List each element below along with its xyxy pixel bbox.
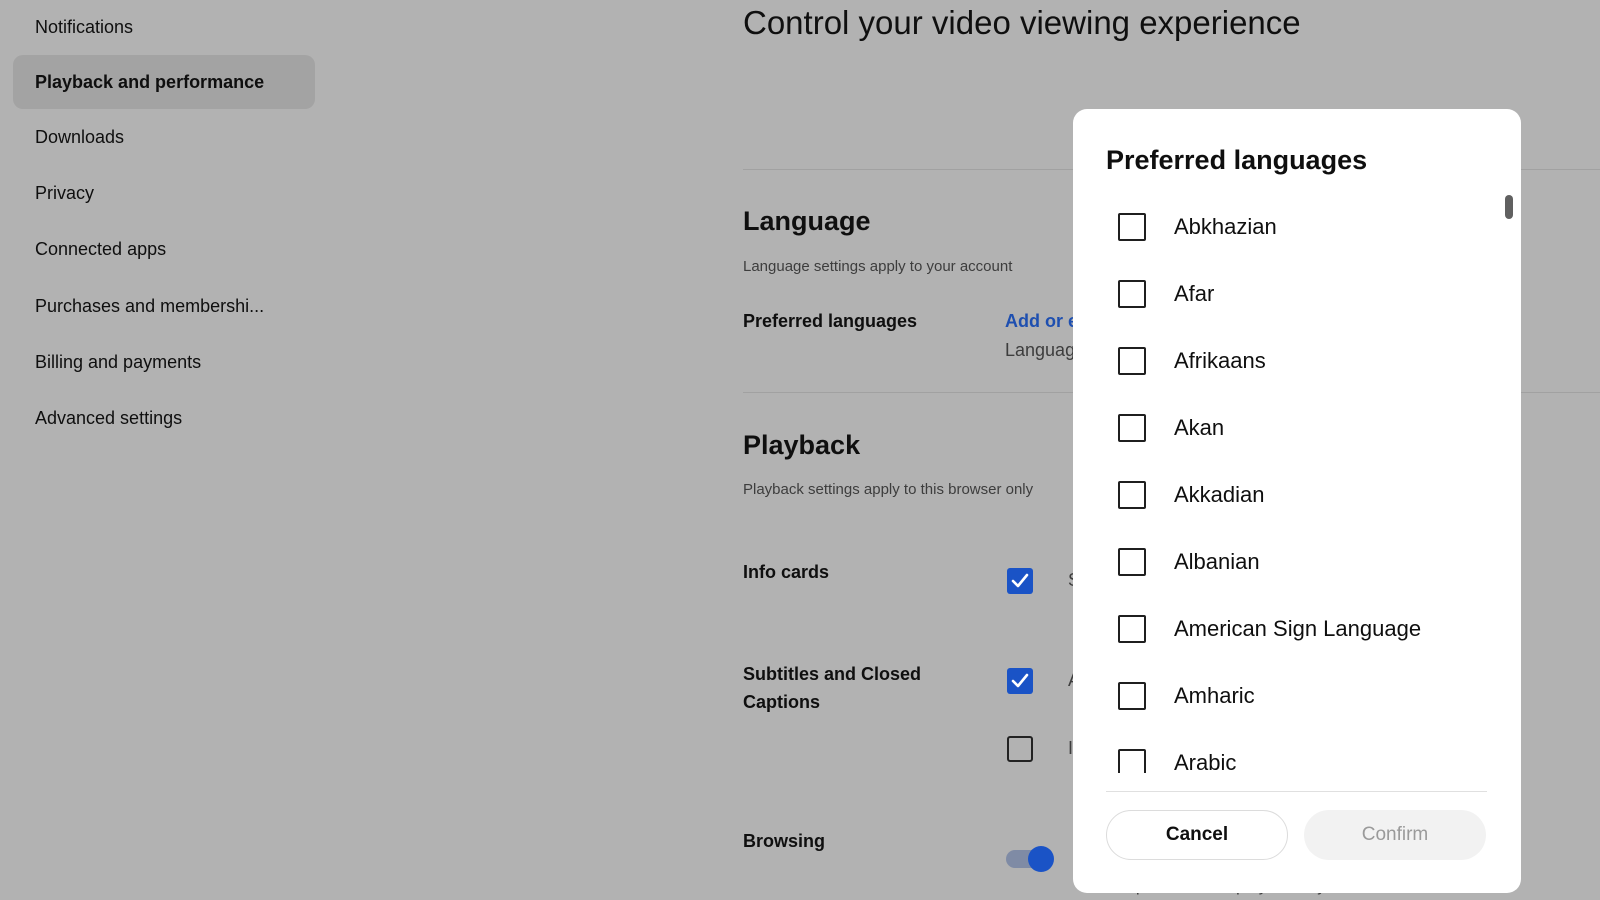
language-checkbox[interactable] xyxy=(1118,213,1146,241)
sidebar-item-label: Downloads xyxy=(35,126,125,147)
language-option[interactable]: Afar xyxy=(1073,260,1493,327)
playback-section-subtitle: Playback settings apply to this browser … xyxy=(743,481,1034,498)
language-checkbox[interactable] xyxy=(1118,749,1146,773)
add-or-edit-languages-link[interactable]: Add or e xyxy=(1005,311,1078,332)
language-name: Albanian xyxy=(1174,549,1260,574)
sidebar-item-playback-and-performance[interactable]: Playback and performance xyxy=(13,55,315,109)
page-title: Control your video viewing experience xyxy=(743,4,1301,41)
languages-summary-text: Languag xyxy=(1005,340,1076,360)
language-name: Afrikaans xyxy=(1174,348,1266,373)
language-checkbox[interactable] xyxy=(1118,615,1146,643)
language-name: Abkhazian xyxy=(1174,214,1277,239)
sidebar-item-advanced-settings[interactable]: Advanced settings xyxy=(13,391,315,445)
language-section-subtitle: Language settings apply to your account xyxy=(743,258,1013,275)
subtitles-label: Subtitles and Closed Captions xyxy=(743,664,922,712)
language-option[interactable]: Afrikaans xyxy=(1073,327,1493,394)
checkmark-icon xyxy=(1011,673,1029,688)
language-name: Afar xyxy=(1174,281,1215,306)
dialog-title: Preferred languages xyxy=(1106,145,1368,175)
sidebar-item-label: Notifications xyxy=(35,16,134,37)
sidebar-item-label: Privacy xyxy=(35,182,95,203)
sidebar-item-purchases-and-memberships[interactable]: Purchases and membershi... xyxy=(13,279,315,333)
language-option[interactable]: Arabic xyxy=(1073,729,1493,773)
info-cards-label: Info cards xyxy=(743,562,830,582)
language-name: Akan xyxy=(1174,415,1225,440)
dialog-scrollbar-thumb[interactable] xyxy=(1505,195,1513,219)
language-checkbox[interactable] xyxy=(1118,347,1146,375)
sidebar-item-notifications[interactable]: Notifications xyxy=(13,0,315,54)
sidebar-item-label: Connected apps xyxy=(35,238,167,259)
browsing-toggle-knob[interactable] xyxy=(1028,846,1054,872)
language-option[interactable]: American Sign Language xyxy=(1073,595,1493,662)
language-name: Amharic xyxy=(1174,683,1255,708)
language-list[interactable]: Abkhazian Afar Afrikaans Akan Akkadian A… xyxy=(1073,193,1521,773)
subtitles-always-show-checkbox[interactable] xyxy=(1007,668,1033,694)
language-option[interactable]: Akkadian xyxy=(1073,461,1493,528)
playback-section-title: Playback xyxy=(743,430,861,460)
sidebar-item-label: Playback and performance xyxy=(35,71,265,92)
sidebar-item-downloads[interactable]: Downloads xyxy=(13,110,315,164)
language-name: Akkadian xyxy=(1174,482,1265,507)
preferred-languages-label: Preferred languages xyxy=(743,311,918,331)
language-option[interactable]: Akan xyxy=(1073,394,1493,461)
sidebar-item-label: Billing and payments xyxy=(35,351,202,372)
language-checkbox[interactable] xyxy=(1118,481,1146,509)
sidebar-item-label: Purchases and membershi... xyxy=(35,295,265,316)
dialog-divider xyxy=(1106,791,1487,792)
checkmark-icon xyxy=(1011,573,1029,588)
confirm-button[interactable]: Confirm xyxy=(1304,810,1486,860)
language-option[interactable]: Abkhazian xyxy=(1073,193,1493,260)
language-checkbox[interactable] xyxy=(1118,414,1146,442)
language-option[interactable]: Amharic xyxy=(1073,662,1493,729)
language-checkbox[interactable] xyxy=(1118,682,1146,710)
language-checkbox[interactable] xyxy=(1118,548,1146,576)
sidebar-item-billing-and-payments[interactable]: Billing and payments xyxy=(13,335,315,389)
language-name: American Sign Language xyxy=(1174,616,1422,641)
language-section-title: Language xyxy=(743,206,871,236)
browsing-label: Browsing xyxy=(743,831,826,851)
sidebar-item-privacy[interactable]: Privacy xyxy=(13,166,315,220)
sidebar-item-connected-apps[interactable]: Connected apps xyxy=(13,222,315,276)
cancel-button[interactable]: Cancel xyxy=(1106,810,1288,860)
info-cards-checkbox[interactable] xyxy=(1007,568,1033,594)
language-option[interactable]: Albanian xyxy=(1073,528,1493,595)
language-checkbox[interactable] xyxy=(1118,280,1146,308)
sidebar-item-label: Advanced settings xyxy=(35,407,183,428)
subtitles-auto-generated-checkbox[interactable] xyxy=(1007,736,1033,762)
settings-sidebar: Notifications Playback and performance D… xyxy=(0,0,330,900)
language-name: Arabic xyxy=(1174,750,1237,773)
preferred-languages-dialog: Preferred languages Abkhazian Afar Afrik… xyxy=(1073,109,1521,893)
